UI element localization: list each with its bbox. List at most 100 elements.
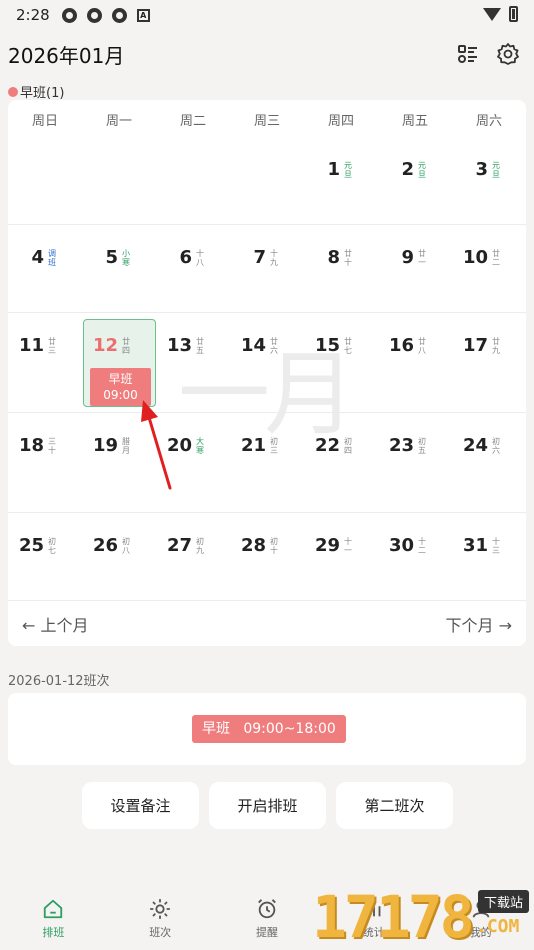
week-row: 1 元旦 2 元旦 3 元旦 <box>8 137 526 225</box>
day-cell[interactable]: 2 元旦 <box>378 137 452 224</box>
day-cell[interactable]: 8 廿十 <box>304 225 378 312</box>
day-lunar-label: 廿七 <box>344 337 352 355</box>
day-number: 30 <box>388 535 414 556</box>
set-note-button[interactable]: 设置备注 <box>82 782 199 829</box>
weekday-label: 周六 <box>475 114 502 129</box>
annotation-arrow-icon <box>141 400 172 490</box>
day-number: 28 <box>240 535 266 556</box>
day-lunar-label: 元旦 <box>492 161 500 179</box>
day-number: 9 <box>401 247 414 268</box>
day-cell[interactable]: 14 廿六 <box>230 313 304 412</box>
day-lunar-label: 初四 <box>344 437 352 455</box>
day-cell[interactable]: 7 十九 <box>230 225 304 312</box>
day-cell[interactable]: 18 三十 <box>8 413 82 512</box>
nav-label: 提醒 <box>255 926 278 939</box>
day-lunar-label: 廿十 <box>344 249 352 267</box>
week-row: 25 初七 26 初八 27 初九 28 初十 29 十一 30 十二 31 十三 <box>8 513 526 601</box>
day-number: 19 <box>92 435 118 456</box>
day-lunar-label: 初八 <box>122 537 130 555</box>
status-time: 2:28 <box>16 6 50 24</box>
shift-detail-badge[interactable]: 早班 09:00~18:00 <box>192 715 346 743</box>
shift-detail-title: 2026-01-12班次 <box>8 674 110 689</box>
weekday-label: 周一 <box>105 114 132 129</box>
day-number: 31 <box>462 535 488 556</box>
start-schedule-button[interactable]: 开启排班 <box>209 782 326 829</box>
nav-item-reminder[interactable]: 提醒 <box>214 890 321 950</box>
day-number: 5 <box>105 247 118 268</box>
weekday-label: 周五 <box>401 114 428 129</box>
day-number: 11 <box>18 335 44 356</box>
day-cell[interactable]: 27 初九 <box>156 513 230 600</box>
battery-icon <box>509 6 518 22</box>
home-icon <box>44 899 63 919</box>
list-view-icon[interactable] <box>456 42 480 66</box>
notification-icon <box>86 7 102 23</box>
next-month-button[interactable]: 下个月 → <box>445 612 512 636</box>
empty-day-cell <box>156 137 230 224</box>
day-number: 4 <box>31 247 44 268</box>
watermark-com: .COM <box>476 916 520 937</box>
day-cell[interactable]: 11 廿三 <box>8 313 82 412</box>
day-cell[interactable]: 17 廿九 <box>452 313 526 412</box>
day-cell[interactable]: 6 十八 <box>156 225 230 312</box>
day-lunar-label: 廿三 <box>48 337 56 355</box>
day-cell[interactable]: 22 初四 <box>304 413 378 512</box>
day-number: 7 <box>253 247 266 268</box>
day-lunar-label: 腊月 <box>122 437 130 455</box>
prev-month-button[interactable]: ← 上个月 <box>22 612 89 636</box>
day-cell[interactable]: 23 初五 <box>378 413 452 512</box>
day-lunar-label: 初七 <box>48 537 56 555</box>
nav-item-shifts[interactable]: 班次 <box>107 890 214 950</box>
nav-item-schedule[interactable]: 排班 <box>0 890 107 950</box>
day-cell[interactable]: 3 元旦 <box>452 137 526 224</box>
second-shift-button[interactable]: 第二班次 <box>336 782 453 829</box>
day-lunar-label: 十三 <box>492 537 500 555</box>
status-bar: 2:28 A <box>0 0 534 30</box>
day-lunar-label: 元旦 <box>418 161 426 179</box>
day-cell[interactable]: 9 廿一 <box>378 225 452 312</box>
day-number: 17 <box>462 335 488 356</box>
day-cell[interactable]: 30 十二 <box>378 513 452 600</box>
day-cell[interactable]: 25 初七 <box>8 513 82 600</box>
day-lunar-label: 廿五 <box>196 337 204 355</box>
day-number: 2 <box>401 159 414 180</box>
day-lunar-label: 初六 <box>492 437 500 455</box>
day-lunar-label: 初三 <box>270 437 278 455</box>
day-cell[interactable]: 29 十一 <box>304 513 378 600</box>
nav-label: 班次 <box>149 926 172 939</box>
day-cell[interactable]: 4 调班 <box>8 225 82 312</box>
day-cell[interactable]: 26 初八 <box>82 513 156 600</box>
day-cell[interactable]: 24 初六 <box>452 413 526 512</box>
site-watermark: 17178 下载站 .COM <box>312 884 534 950</box>
day-lunar-label: 十九 <box>270 249 278 267</box>
day-cell[interactable]: 16 廿八 <box>378 313 452 412</box>
day-number: 16 <box>388 335 414 356</box>
day-lunar-label: 廿六 <box>270 337 278 355</box>
day-number: 13 <box>166 335 192 356</box>
day-number: 18 <box>18 435 44 456</box>
legend-dot <box>8 86 18 97</box>
day-cell[interactable]: 10 廿二 <box>452 225 526 312</box>
day-cell[interactable]: 21 初三 <box>230 413 304 512</box>
day-cell[interactable]: 5 小寒 <box>82 225 156 312</box>
settings-gear-icon[interactable] <box>496 42 520 66</box>
alarm-icon <box>258 899 276 919</box>
day-lunar-label: 小寒 <box>122 249 130 267</box>
page-title[interactable]: 2026年01月 <box>8 40 124 69</box>
day-cell[interactable]: 31 十三 <box>452 513 526 600</box>
day-number: 10 <box>462 247 488 268</box>
day-lunar-label: 廿九 <box>492 337 500 355</box>
day-cell[interactable]: 15 廿七 <box>304 313 378 412</box>
watermark-digits: 17178 <box>312 883 475 950</box>
nav-label: 排班 <box>42 926 65 939</box>
day-lunar-label: 十八 <box>196 249 204 267</box>
day-cell[interactable]: 1 元旦 <box>304 137 378 224</box>
day-number: 25 <box>18 535 44 556</box>
day-cell[interactable]: 28 初十 <box>230 513 304 600</box>
empty-day-cell <box>82 137 156 224</box>
day-cell[interactable]: 13 廿五 <box>156 313 230 412</box>
day-lunar-label: 十二 <box>418 537 426 555</box>
day-cell[interactable]: 早班 09:00 12 廿四 <box>82 313 156 412</box>
day-number: 26 <box>92 535 118 556</box>
weekday-label: 周三 <box>253 114 280 129</box>
